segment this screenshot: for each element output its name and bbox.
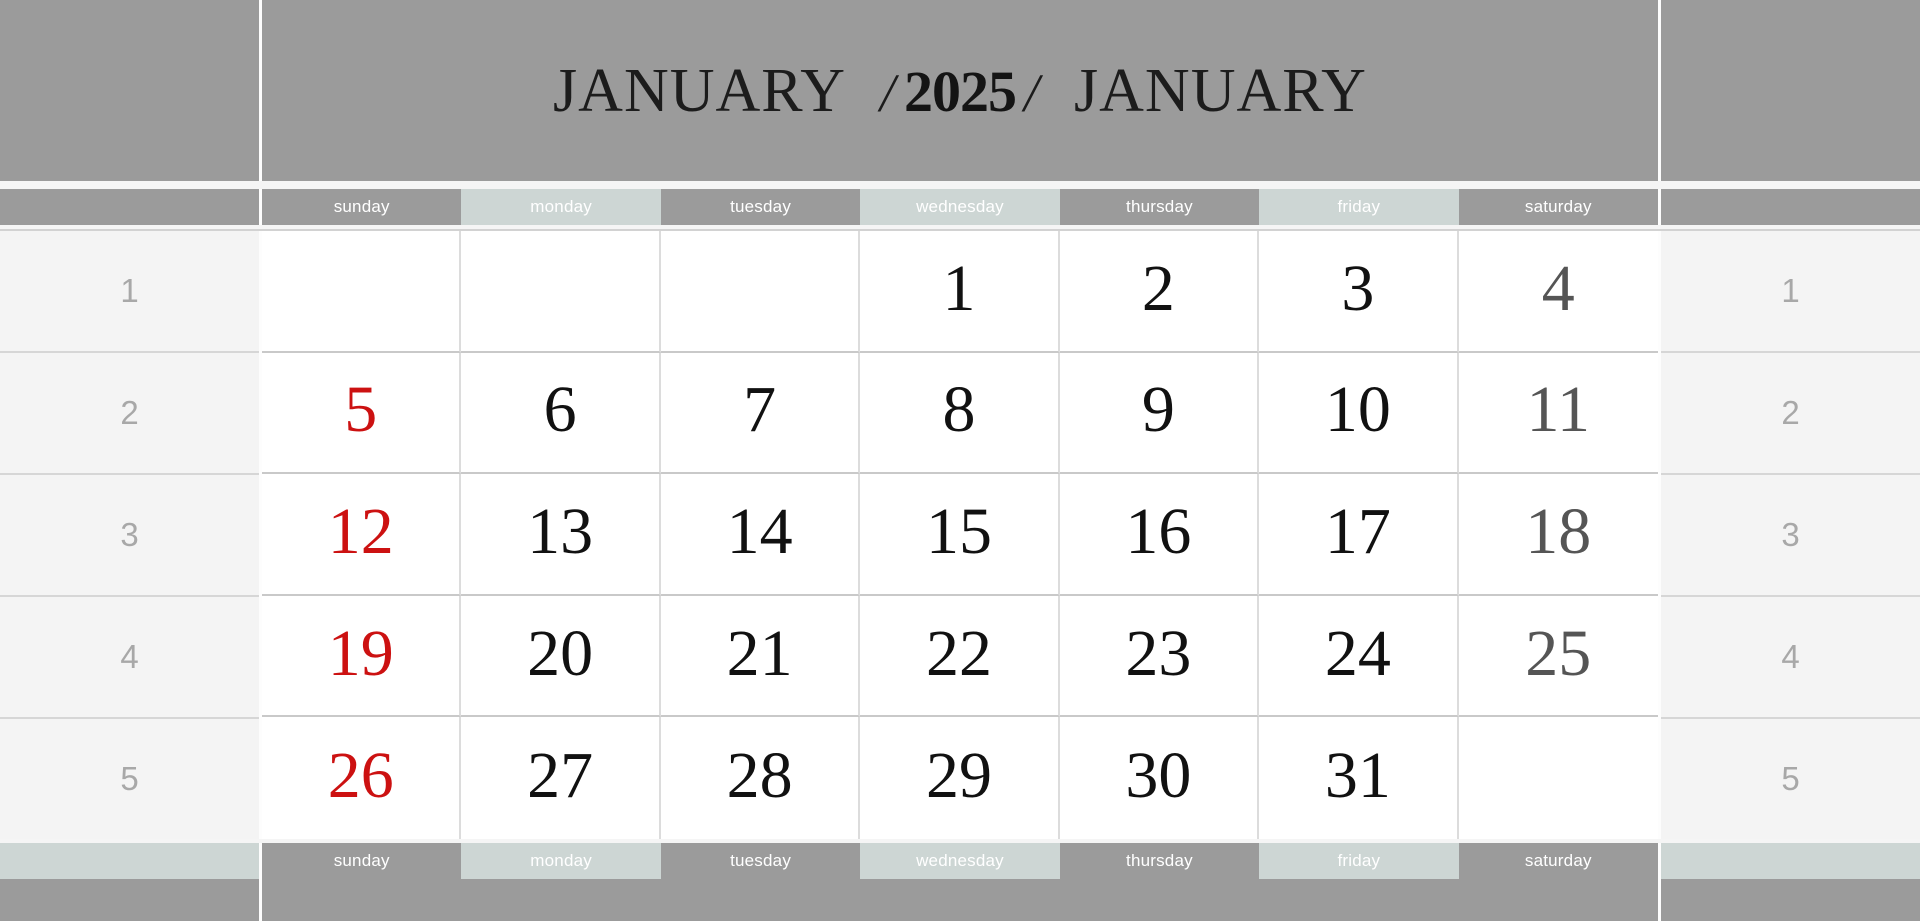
day-cell[interactable]: 10 (1259, 352, 1459, 475)
week-number-right-4: 4 (1661, 597, 1920, 719)
day-cell[interactable]: 27 (461, 717, 661, 839)
day-cell[interactable]: 17 (1259, 474, 1459, 596)
day-cell[interactable]: 25 (1458, 595, 1658, 718)
day-cell[interactable]: 11 (1458, 352, 1658, 475)
weekday-bottom-thursday: thursday (1059, 843, 1260, 879)
week-number-left-4: 4 (0, 597, 259, 719)
weekday-bottom-friday: friday (1259, 843, 1459, 879)
day-cell[interactable]: 14 (660, 474, 861, 596)
days-grid: 1 2 3 4 5 6 7 8 9 10 11 12 13 14 15 16 1… (262, 231, 1658, 839)
title-month-left: JANUARY (553, 56, 846, 125)
week-number-right-1: 1 (1661, 231, 1920, 353)
weekday-bottom-tuesday: tuesday (660, 843, 861, 879)
week-number-left-2: 2 (0, 353, 259, 475)
calendar-header-band: JANUARY / 2025 / JANUARY (0, 0, 1920, 181)
weekday-header-row-top: sunday monday tuesday wednesday thursday… (0, 189, 1920, 225)
day-cell[interactable]: 16 (1059, 474, 1260, 596)
weekday-bottom-sunday: sunday (262, 843, 462, 879)
week-number-column-left: 1 2 3 4 5 (0, 231, 262, 839)
week-number-right-5: 5 (1661, 719, 1920, 839)
weekday-header-row-bottom: sunday monday tuesday wednesday thursday… (0, 843, 1920, 879)
weekday-top-tuesday: tuesday (660, 189, 861, 225)
weekday-bottom-cells: sunday monday tuesday wednesday thursday… (262, 843, 1658, 879)
day-cell[interactable]: 8 (860, 352, 1060, 475)
weekday-top-sunday: sunday (262, 189, 462, 225)
title-slash-right: / (1024, 62, 1041, 123)
day-cell[interactable]: 13 (461, 474, 661, 596)
weekday-top-thursday: thursday (1059, 189, 1260, 225)
day-cell[interactable]: 9 (1059, 352, 1260, 475)
day-cell[interactable]: 20 (461, 595, 661, 718)
calendar-page: JANUARY / 2025 / JANUARY sunday monday t… (0, 0, 1920, 921)
week-number-left-5: 5 (0, 719, 259, 839)
page-title: JANUARY / 2025 / JANUARY (553, 60, 1367, 122)
weekday-top-cells: sunday monday tuesday wednesday thursday… (262, 189, 1658, 225)
day-cell[interactable]: 21 (660, 595, 861, 718)
day-cell[interactable]: 29 (860, 717, 1060, 839)
day-cell[interactable]: 19 (262, 595, 462, 718)
day-cell[interactable]: 6 (461, 352, 661, 475)
day-cell[interactable]: 1 (860, 231, 1060, 353)
weekday-bottom-wednesday: wednesday (860, 843, 1060, 879)
header-left-spacer (0, 0, 262, 181)
day-cell[interactable]: 4 (1458, 231, 1658, 353)
week-number-left-3: 3 (0, 475, 259, 597)
header-right-spacer (1658, 0, 1920, 181)
title-slash-left: / (879, 62, 896, 123)
header-gap-strip (0, 181, 1920, 189)
day-cell[interactable]: 12 (262, 474, 462, 596)
week-number-column-right: 1 2 3 4 5 (1658, 231, 1920, 839)
week-number-right-3: 3 (1661, 475, 1920, 597)
day-cell[interactable]: 23 (1059, 595, 1260, 718)
day-cell[interactable] (660, 231, 861, 353)
day-cell[interactable]: 7 (660, 352, 861, 475)
weekday-top-right-pad (1658, 189, 1920, 225)
day-cell[interactable]: 15 (860, 474, 1060, 596)
weekday-top-friday: friday (1259, 189, 1459, 225)
day-cell[interactable]: 3 (1259, 231, 1459, 353)
footer-left-spacer (0, 879, 262, 921)
weekday-bottom-left-pad (0, 843, 262, 879)
title-month-right: JANUARY (1074, 56, 1367, 125)
weekday-bottom-monday: monday (461, 843, 661, 879)
day-cell[interactable]: 30 (1059, 717, 1260, 839)
day-cell[interactable] (262, 231, 462, 353)
weekday-bottom-saturday: saturday (1458, 843, 1658, 879)
weekday-top-left-pad (0, 189, 262, 225)
day-cell[interactable]: 28 (660, 717, 861, 839)
week-number-left-1: 1 (0, 231, 259, 353)
title-year: 2025 (904, 58, 1017, 124)
weekday-bottom-right-pad (1658, 843, 1920, 879)
day-cell[interactable]: 18 (1458, 474, 1658, 596)
day-cell[interactable]: 31 (1259, 717, 1459, 839)
day-cell[interactable]: 24 (1259, 595, 1459, 718)
weekday-top-saturday: saturday (1458, 189, 1658, 225)
day-cell[interactable] (1458, 717, 1658, 839)
day-cell[interactable]: 5 (262, 352, 462, 475)
day-cell[interactable]: 2 (1059, 231, 1260, 353)
day-cell[interactable]: 26 (262, 717, 462, 839)
footer-right-spacer (1658, 879, 1920, 921)
footer-center-spacer (262, 879, 1658, 921)
calendar-grid-body: 1 2 3 4 5 1 2 3 4 5 6 7 8 9 10 11 12 13 (0, 231, 1920, 839)
week-number-right-2: 2 (1661, 353, 1920, 475)
weekday-top-wednesday: wednesday (860, 189, 1060, 225)
day-cell[interactable] (461, 231, 661, 353)
weekday-top-monday: monday (461, 189, 661, 225)
header-title-area: JANUARY / 2025 / JANUARY (262, 0, 1658, 181)
calendar-footer-band (0, 879, 1920, 921)
day-cell[interactable]: 22 (860, 595, 1060, 718)
